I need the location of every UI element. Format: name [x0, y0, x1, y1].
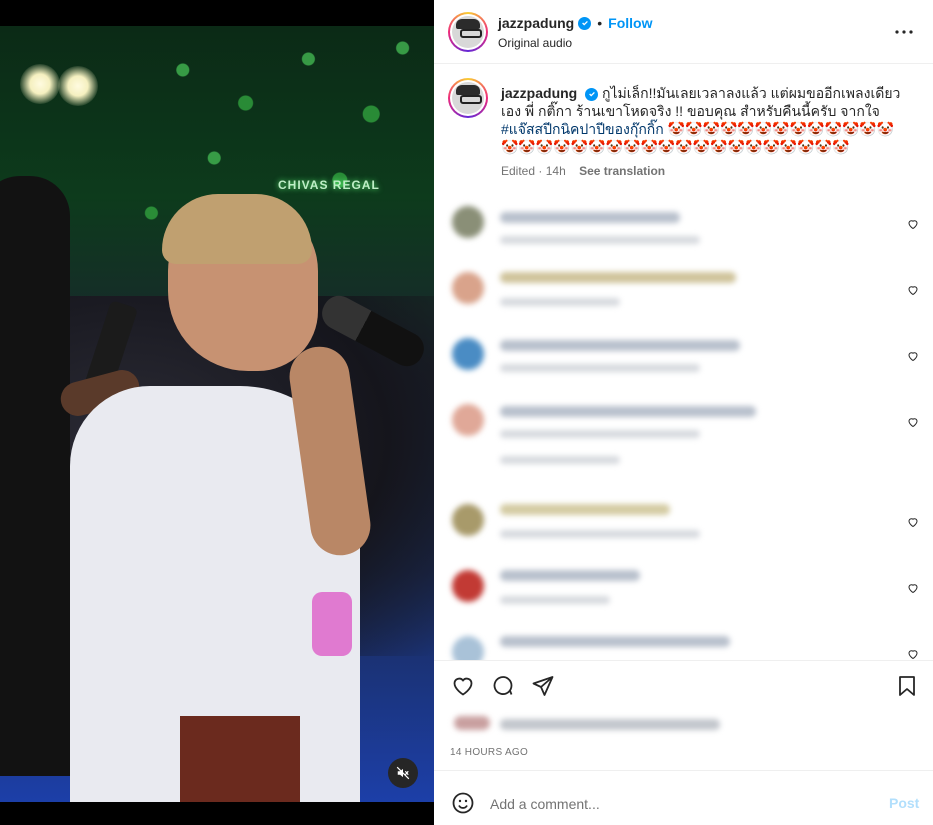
- heart-icon[interactable]: [906, 284, 920, 298]
- liker-avatars: [454, 716, 490, 730]
- avatar: [452, 272, 484, 304]
- comment-text: [500, 504, 670, 515]
- comment-icon[interactable]: [490, 674, 516, 700]
- comment-text: [500, 570, 640, 581]
- separator-dot: •: [597, 15, 603, 31]
- comment-meta: [500, 530, 700, 538]
- heart-icon[interactable]: [906, 416, 920, 430]
- stage-light: [20, 64, 60, 104]
- add-comment-bar: Post: [434, 770, 933, 825]
- avatar[interactable]: [448, 12, 488, 52]
- verified-badge-icon: [578, 16, 592, 30]
- post-timestamp: 14 HOURS AGO: [450, 747, 529, 758]
- brand-sign: CHIVAS REGAL: [278, 178, 380, 192]
- likes-text: [500, 719, 720, 730]
- heart-icon[interactable]: [906, 350, 920, 364]
- muted-speaker-icon[interactable]: [388, 758, 418, 788]
- post-video[interactable]: CHIVAS REGAL: [0, 26, 434, 802]
- likes-summary[interactable]: [452, 712, 732, 736]
- send-icon[interactable]: [530, 674, 556, 700]
- avatar: [452, 404, 484, 436]
- edited-label: Edited: [501, 164, 536, 178]
- list-item: [434, 264, 933, 324]
- hashtag-link[interactable]: #แจ๊สสปีกนิคปาปีของกุ๊กกิ๊ก: [501, 121, 664, 137]
- emoji-icon[interactable]: [450, 791, 476, 817]
- see-translation-link[interactable]: See translation: [579, 164, 665, 178]
- follow-button[interactable]: Follow: [608, 15, 652, 31]
- post-header: jazzpadung • Follow Original audio: [434, 0, 933, 64]
- heart-icon[interactable]: [906, 582, 920, 596]
- list-item: [434, 628, 933, 660]
- comment-meta: [500, 236, 700, 244]
- verified-badge-icon: [585, 87, 599, 101]
- caption-username[interactable]: jazzpadung: [501, 85, 577, 101]
- caption-meta: Edited · 14h See translation: [501, 164, 665, 178]
- comment-meta: [500, 596, 610, 604]
- comment-text: [500, 636, 730, 647]
- comment-meta: [500, 364, 700, 372]
- list-item: [434, 496, 933, 556]
- pink-bottle: [312, 592, 352, 656]
- avatar: [452, 338, 484, 370]
- avatar: [452, 504, 484, 536]
- heart-icon[interactable]: [906, 218, 920, 232]
- list-item: [434, 330, 933, 390]
- avatar: [452, 636, 484, 660]
- comment-text: [500, 272, 736, 283]
- separator-dot: ·: [538, 164, 543, 178]
- list-item: [434, 396, 933, 464]
- comment-text: [500, 212, 680, 223]
- post-button[interactable]: Post: [889, 795, 919, 811]
- avatar[interactable]: [448, 78, 488, 118]
- audio-link[interactable]: Original audio: [498, 36, 572, 50]
- comment-input[interactable]: [490, 792, 870, 816]
- username-link[interactable]: jazzpadung: [498, 15, 574, 31]
- list-item: [434, 198, 933, 258]
- more-options-icon[interactable]: [892, 20, 916, 44]
- comment-text: [500, 406, 756, 417]
- singer-pants: [180, 716, 300, 802]
- comment-text: [500, 340, 740, 351]
- stage-light: [58, 66, 98, 106]
- heart-icon[interactable]: [906, 648, 920, 660]
- bookmark-icon[interactable]: [894, 674, 920, 700]
- time-ago: 14h: [545, 164, 566, 178]
- comment-meta: [500, 430, 700, 438]
- view-replies: [500, 456, 620, 464]
- caption-text: jazzpadung กูไม่เล็ก!!มันเลยเวลาลงแล้ว แ…: [501, 84, 907, 156]
- heart-icon[interactable]: [450, 674, 476, 700]
- avatar: [452, 206, 484, 238]
- security-guard: [0, 176, 70, 776]
- heart-icon[interactable]: [906, 516, 920, 530]
- singer-hair: [162, 194, 312, 264]
- avatar: [452, 570, 484, 602]
- list-item: [434, 562, 933, 622]
- media-pane: CHIVAS REGAL: [0, 0, 434, 825]
- comment-meta: [500, 298, 620, 306]
- post-details-panel: jazzpadung • Follow Original audio jazzp…: [434, 0, 933, 825]
- action-bar: [434, 660, 933, 710]
- comments-list: [434, 192, 933, 660]
